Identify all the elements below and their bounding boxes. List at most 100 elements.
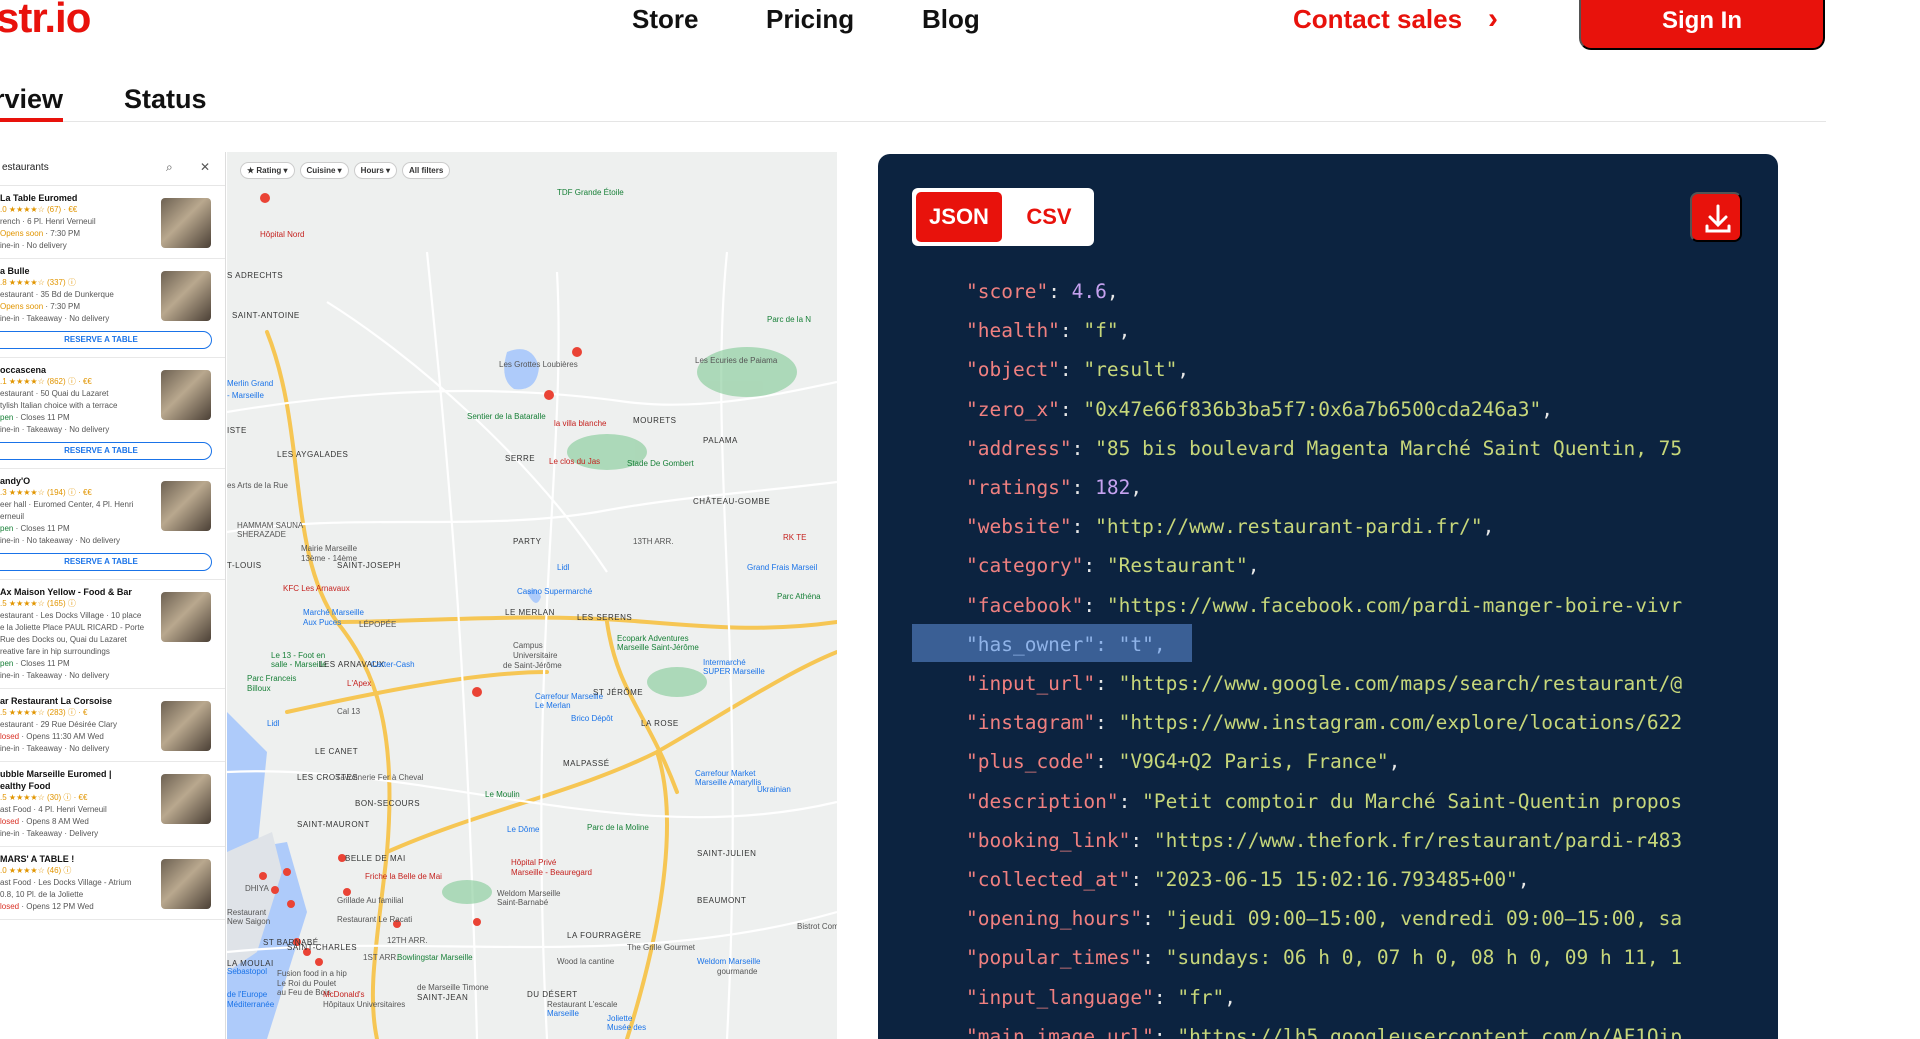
map-label[interactable]: Parc de la N xyxy=(767,315,811,324)
map-label[interactable]: SUPER Marseille xyxy=(703,667,765,676)
map-label[interactable]: de Marseille Timone xyxy=(417,983,489,992)
logo[interactable]: str.io xyxy=(0,0,91,42)
map-label[interactable]: MOURETS xyxy=(633,416,677,425)
json-line[interactable]: "health": "f", xyxy=(966,311,1682,350)
map-label[interactable]: SAINT-JEAN xyxy=(417,993,468,1002)
map-label[interactable]: LES AYGALADES xyxy=(277,450,348,459)
map-label[interactable]: T-LOUIS xyxy=(227,561,262,570)
map-label[interactable]: Parc de la Moline xyxy=(587,823,649,832)
json-line[interactable]: "plus_code": "V9G4+Q2 Paris, France", xyxy=(966,742,1682,781)
map-label[interactable]: TDF Grande Étoile xyxy=(557,188,624,197)
map-label[interactable]: SAINT-JOSEPH xyxy=(337,561,401,570)
result-photo[interactable] xyxy=(161,859,211,909)
map-label[interactable]: Le Moulin xyxy=(485,790,520,799)
json-line[interactable]: "zero_x": "0x47e66f836b3ba5f7:0x6a7b6500… xyxy=(966,390,1682,429)
csv-tab[interactable]: CSV xyxy=(1008,192,1090,242)
tab-overview[interactable]: rview xyxy=(0,84,64,122)
map-label[interactable]: LA ROSE xyxy=(641,719,679,728)
result-photo[interactable] xyxy=(161,481,211,531)
sign-in-button[interactable]: Sign In xyxy=(1579,0,1825,50)
map-label[interactable]: de l'Europe xyxy=(227,990,267,999)
json-line[interactable]: "object": "result", xyxy=(966,350,1682,389)
map-label[interactable]: Brico Dépôt xyxy=(571,714,613,723)
map-label[interactable]: McDonald's xyxy=(323,990,365,999)
map-label[interactable]: ST BARNABÉ xyxy=(263,938,319,947)
search-icon[interactable]: ⌕ xyxy=(166,160,173,175)
map-label[interactable]: Bowlingstar Marseille xyxy=(397,953,473,962)
map-label[interactable]: PARTY xyxy=(513,537,541,546)
map-label[interactable]: BON-SECOURS xyxy=(355,799,420,808)
result-photo[interactable] xyxy=(161,370,211,420)
reserve-table-button[interactable]: RESERVE A TABLE xyxy=(0,331,212,349)
map-label[interactable]: Marseille - Beauregard xyxy=(511,868,592,877)
map-label[interactable]: Ecopark Adventures xyxy=(617,634,689,643)
map-label[interactable]: Le clos du Jas xyxy=(549,457,600,466)
map-label[interactable]: Merlin Grand xyxy=(227,379,273,388)
map-label[interactable]: The Grille Gourmet xyxy=(627,943,695,952)
json-line[interactable]: "input_url": "https://www.google.com/map… xyxy=(966,664,1682,703)
map-label[interactable]: New Saigon xyxy=(227,917,270,926)
map-label[interactable]: Billoux xyxy=(247,684,271,693)
map-label[interactable]: Marseille Amaryllis xyxy=(695,778,761,787)
nav-store-link[interactable]: Store xyxy=(632,4,698,35)
map-label[interactable]: Les Ecuries de Paiama xyxy=(695,356,777,365)
list-item[interactable]: MARS' A TABLE ! .0 ★★★★☆ (46) ⓘ ast Food ·… xyxy=(0,847,225,920)
map-label[interactable]: CHÂTEAU-GOMBE xyxy=(693,497,770,506)
map-label[interactable]: Parc Athéna xyxy=(777,592,821,601)
map-label[interactable]: de Saint-Jérôme xyxy=(503,661,562,670)
map-label[interactable]: Joliette xyxy=(607,1014,632,1023)
list-item[interactable]: occascena .1 ★★★★☆ (862) ⓘ · €€ estaurant … xyxy=(0,358,225,469)
map-label[interactable]: SAINT-JULIEN xyxy=(697,849,756,858)
map-label[interactable]: LA FOURRAGÈRE xyxy=(567,931,642,940)
map-label[interactable]: Ukrainian xyxy=(757,785,791,794)
map-label[interactable]: S ADRECHTS xyxy=(227,271,283,280)
reserve-table-button[interactable]: RESERVE A TABLE xyxy=(0,553,212,571)
list-item[interactable]: ar Restaurant La Corsoise .5 ★★★★☆ (283) … xyxy=(0,689,225,762)
json-line[interactable]: "address": "85 bis boulevard Magenta Mar… xyxy=(966,429,1682,468)
result-photo[interactable] xyxy=(161,271,211,321)
json-line[interactable]: "score": 4.6, xyxy=(966,272,1682,311)
map-label[interactable]: Mairie Marseille xyxy=(301,544,357,553)
json-tab[interactable]: JSON xyxy=(916,192,1002,242)
json-line[interactable]: "facebook": "https://www.facebook.com/pa… xyxy=(966,586,1682,625)
map-label[interactable]: MALPASSÉ xyxy=(563,759,610,768)
map-label[interactable]: DHIYA xyxy=(245,884,269,893)
json-line[interactable]: "collected_at": "2023-06-15 15:02:16.793… xyxy=(966,860,1682,899)
map-label[interactable]: Bistrot Comptoir Ella xyxy=(797,922,837,931)
json-line[interactable]: "input_language": "fr", xyxy=(966,978,1682,1017)
map-label[interactable]: Lidl xyxy=(557,563,569,572)
map-label[interactable]: PALAMA xyxy=(703,436,738,445)
map-label[interactable]: Wood la cantine xyxy=(557,957,614,966)
map-label[interactable]: 12TH ARR. xyxy=(387,936,427,945)
map-label[interactable]: DU DÉSERT xyxy=(527,990,578,999)
map-label[interactable]: Le Roi du Poulet xyxy=(277,979,336,988)
list-item[interactable]: a Bulle .8 ★★★★☆ (337) ⓘ estaurant · 35 Bd… xyxy=(0,259,225,358)
map-label[interactable]: ST JÉRÔME xyxy=(593,688,643,697)
map-label[interactable]: Restaurant L'escale xyxy=(547,1000,617,1009)
chevron-right-icon[interactable]: › xyxy=(1488,2,1498,36)
json-line[interactable]: "ratings": 182, xyxy=(966,468,1682,507)
map-label[interactable]: LE CANET xyxy=(315,747,358,756)
map-label[interactable]: gourmande xyxy=(717,967,757,976)
json-line[interactable]: "website": "http://www.restaurant-pardi.… xyxy=(966,507,1682,546)
filter-chip[interactable]: Cuisine ▾ xyxy=(299,162,349,179)
map-label[interactable]: LE MERLAN xyxy=(505,608,555,617)
list-item[interactable]: La Table Euromed .0 ★★★★☆ (67) · €€ rench … xyxy=(0,186,225,259)
list-item[interactable]: ubble Marseille Euromed | ealthy Food .5 ★… xyxy=(0,762,225,847)
map-label[interactable]: ISTE xyxy=(227,426,247,435)
map-label[interactable]: RK TE xyxy=(783,533,806,542)
map-label[interactable]: SAINT-MAURONT xyxy=(297,820,370,829)
map-label[interactable]: Saint-Barnabé xyxy=(497,898,548,907)
map-label[interactable]: 13TH ARR. xyxy=(633,537,673,546)
map-label[interactable]: Parc Franceis xyxy=(247,674,296,683)
map-label[interactable]: Stade De Gombert xyxy=(627,459,694,468)
map-label[interactable]: Intermarché xyxy=(703,658,746,667)
map-label[interactable]: Cal 13 xyxy=(337,707,360,716)
map-label[interactable]: Le Dôme xyxy=(507,825,539,834)
map-label[interactable]: Marseille xyxy=(547,1009,579,1018)
map-label[interactable]: Hôpital Privé xyxy=(511,858,556,867)
map-label[interactable]: Restaurant Le Racati xyxy=(337,915,412,924)
map-label[interactable]: LES SERENS xyxy=(577,613,632,622)
map-label[interactable]: Les Grottes Loubières xyxy=(499,360,578,369)
map-label[interactable]: es Arts de la Rue xyxy=(227,481,288,490)
